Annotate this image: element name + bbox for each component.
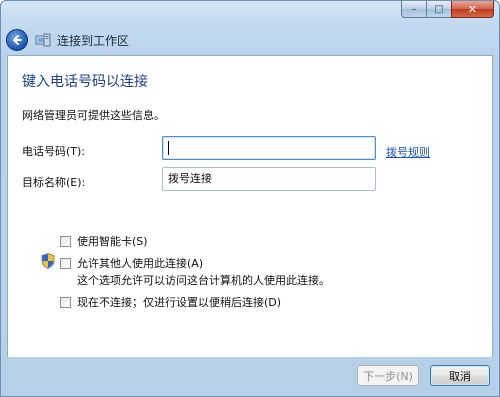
maximize-icon: □ [434, 3, 444, 15]
destination-name-label: 目标名称(E): [22, 176, 86, 189]
smart-card-checkbox[interactable] [60, 235, 71, 247]
destination-name-input[interactable]: 拨号连接 [162, 167, 376, 191]
smart-card-label: 使用智能卡(S) [77, 235, 148, 248]
close-button[interactable]: ✕ [451, 1, 494, 18]
close-icon: ✕ [467, 2, 478, 16]
network-workplace-icon [35, 33, 51, 47]
text-caret [168, 141, 169, 155]
phone-number-input[interactable] [162, 136, 376, 160]
title-bar[interactable]: – □ ✕ [1, 1, 499, 21]
connect-later-checkbox[interactable] [60, 296, 71, 308]
phone-number-label: 电话号码(T): [22, 145, 86, 158]
connect-later-label: 现在不连接；仅进行设置以便稍后连接(D) [77, 296, 282, 309]
next-button[interactable]: 下一步(N) [357, 365, 419, 386]
content-panel: 键入电话号码以连接 网络管理员可提供这些信息。 电话号码(T): 拨号规则 目标… [7, 55, 493, 357]
instruction-text: 网络管理员可提供这些信息。 [22, 109, 165, 122]
button-bar: 下一步(N) 取消 [1, 357, 499, 396]
allow-others-hint: 这个选项允许可以访问这台计算机的人使用此连接。 [77, 274, 330, 287]
connect-later-option[interactable]: 现在不连接；仅进行设置以便稍后连接(D) [60, 294, 281, 310]
page-heading: 键入电话号码以连接 [22, 74, 148, 90]
allow-others-label: 允许其他人使用此连接(A) [77, 257, 204, 270]
destination-name-value: 拨号连接 [168, 172, 212, 185]
allow-others-checkbox[interactable] [60, 257, 71, 269]
uac-shield-icon [41, 253, 55, 269]
minimize-button[interactable]: – [401, 1, 426, 18]
navigation-bar: 连接到工作区 [6, 27, 129, 53]
window-title: 连接到工作区 [57, 33, 130, 48]
smart-card-option[interactable]: 使用智能卡(S) [60, 233, 148, 249]
back-button[interactable] [6, 29, 28, 51]
dialing-rules-link[interactable]: 拨号规则 [386, 144, 430, 160]
cancel-button[interactable]: 取消 [430, 365, 490, 386]
caption-buttons: – □ ✕ [401, 1, 494, 18]
allow-others-option[interactable]: 允许其他人使用此连接(A) [60, 255, 203, 271]
minimize-icon: – [411, 3, 417, 15]
maximize-button[interactable]: □ [426, 1, 451, 18]
dialog-window: – □ ✕ 连接到工作区 键入电话号码以连接 网络管理员可提供这些信息。 电话号… [0, 0, 500, 397]
back-arrow-icon [13, 35, 22, 45]
